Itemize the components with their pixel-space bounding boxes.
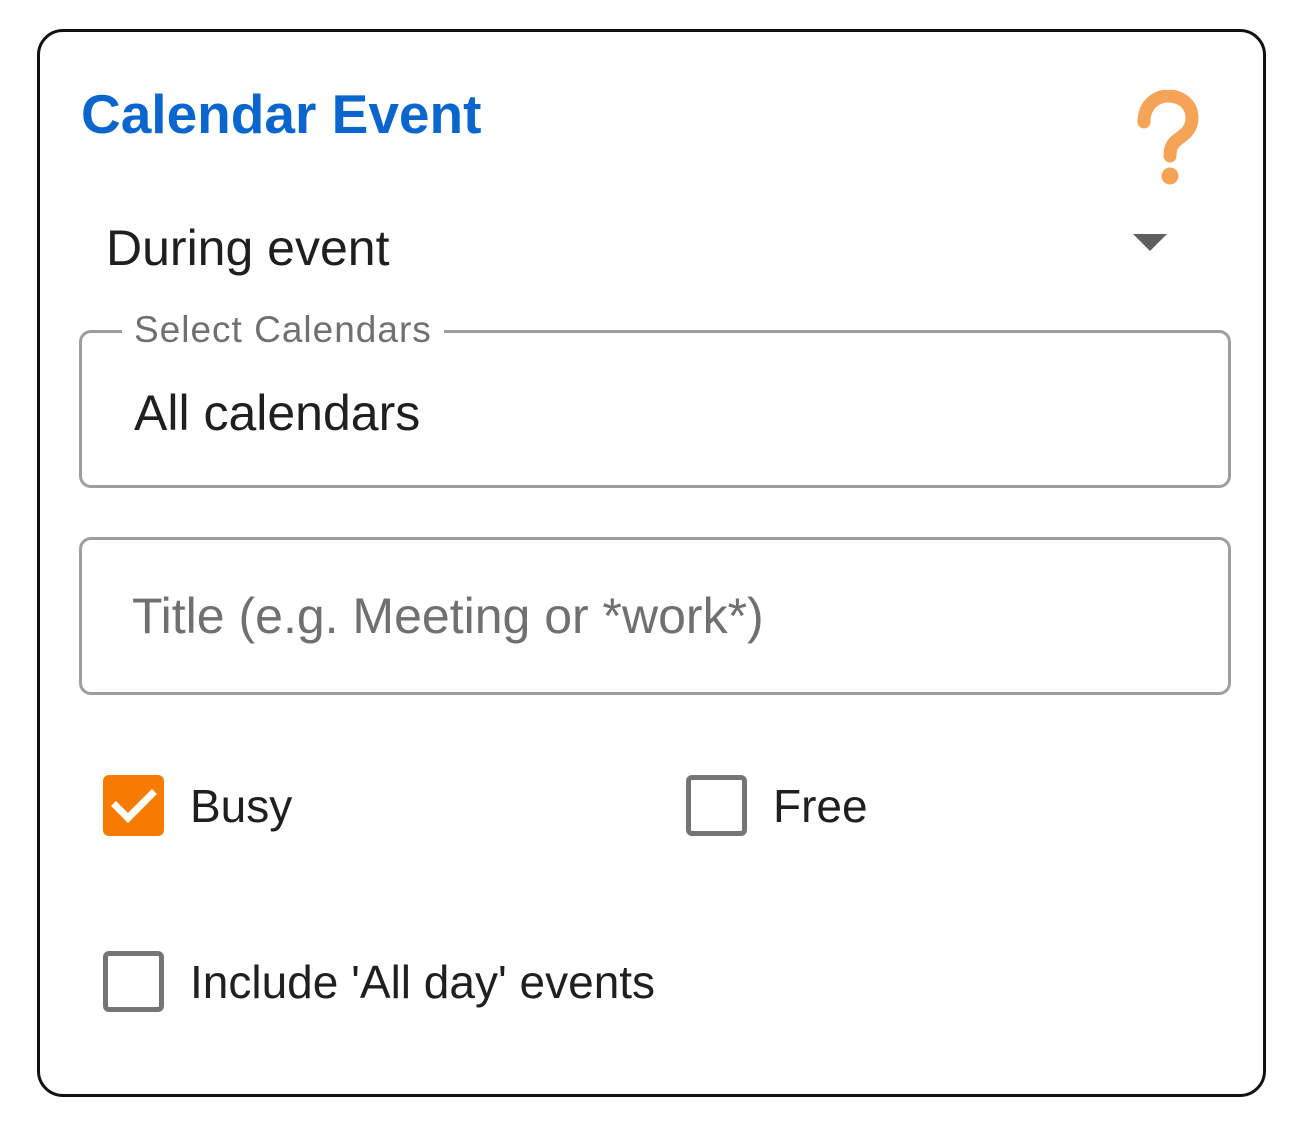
- busy-checkbox-row[interactable]: Busy: [103, 775, 383, 839]
- all-day-checkbox-row[interactable]: Include 'All day' events: [103, 951, 703, 1015]
- title-input[interactable]: [132, 582, 1172, 650]
- select-calendars-label: Select Calendars: [122, 310, 444, 350]
- title-field: [79, 537, 1231, 695]
- free-label: Free: [773, 780, 868, 832]
- event-timing-dropdown[interactable]: During event: [106, 212, 1200, 282]
- event-timing-selected: During event: [106, 220, 390, 276]
- all-day-label: Include 'All day' events: [190, 956, 656, 1008]
- page-title: Calendar Event: [81, 83, 482, 145]
- busy-checkbox[interactable]: [103, 775, 164, 836]
- checkmark-icon: [111, 789, 157, 823]
- busy-label: Busy: [190, 780, 293, 832]
- free-checkbox-row[interactable]: Free: [686, 775, 926, 839]
- chevron-down-icon: [1133, 234, 1167, 251]
- calendar-event-card: Calendar Event During event Select Calen…: [37, 29, 1266, 1097]
- select-calendars-field[interactable]: Select Calendars All calendars: [79, 310, 1231, 488]
- all-day-checkbox[interactable]: [103, 951, 164, 1012]
- free-checkbox[interactable]: [686, 775, 747, 836]
- question-mark-icon[interactable]: [1132, 89, 1202, 190]
- select-calendars-value: All calendars: [134, 385, 421, 441]
